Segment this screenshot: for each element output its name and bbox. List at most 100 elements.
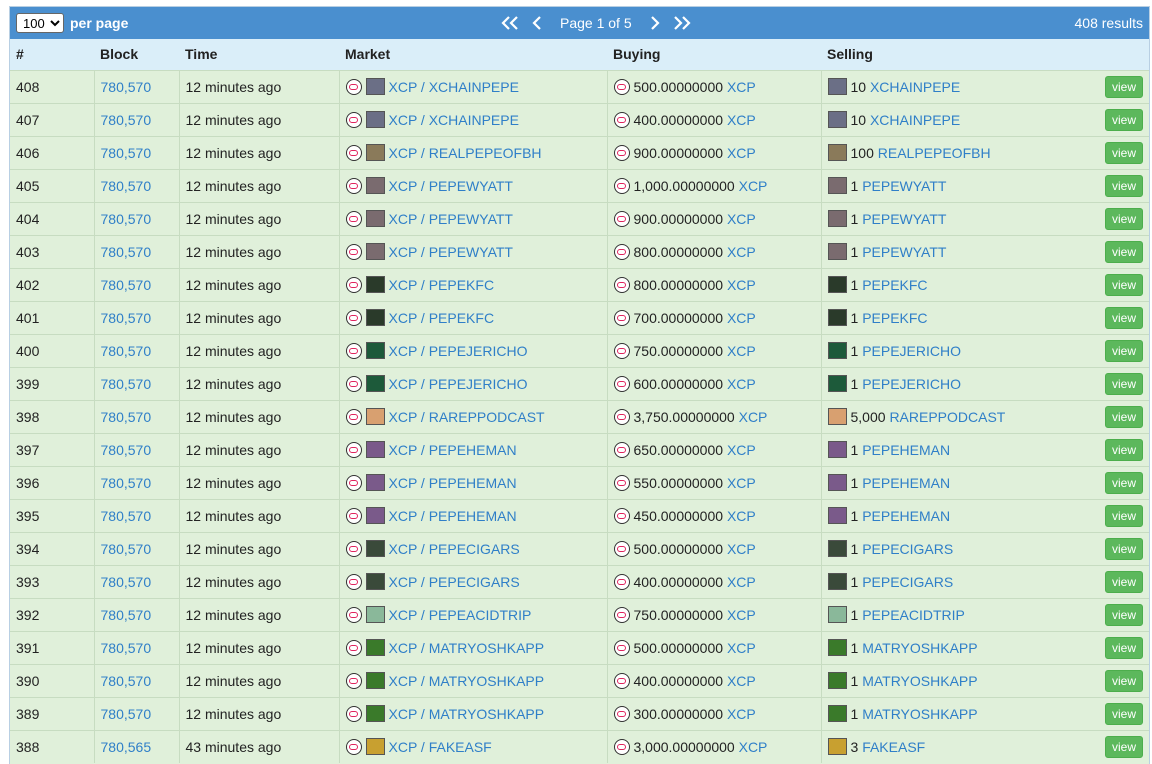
block-link[interactable]: 780,570 [101,541,152,557]
market-link[interactable]: XCP / PEPECIGARS [389,574,520,590]
buying-asset-link[interactable]: XCP [727,310,756,326]
market-link[interactable]: XCP / REALPEPEOFBH [389,145,542,161]
selling-asset-link[interactable]: MATRYOSHKAPP [862,706,977,722]
block-link[interactable]: 780,570 [101,442,152,458]
market-link[interactable]: XCP / PEPEHEMAN [389,442,517,458]
view-button[interactable]: view [1104,504,1143,527]
selling-asset-link[interactable]: PEPECIGARS [862,541,953,557]
selling-asset-link[interactable]: FAKEASF [862,739,925,755]
view-button[interactable]: view [1104,570,1143,593]
market-link[interactable]: XCP / MATRYOSHKAPP [389,706,545,722]
selling-asset-link[interactable]: REALPEPEOFBH [878,145,991,161]
per-page-select[interactable]: 100 [16,13,64,33]
market-link[interactable]: XCP / PEPEJERICHO [389,343,528,359]
market-link[interactable]: XCP / PEPEHEMAN [389,475,517,491]
selling-asset-link[interactable]: PEPEJERICHO [862,376,961,392]
view-button[interactable]: view [1104,207,1143,230]
market-link[interactable]: XCP / PEPEKFC [389,277,495,293]
view-button[interactable]: view [1104,438,1143,461]
market-link[interactable]: XCP / PEPEKFC [389,310,495,326]
selling-asset-link[interactable]: PEPEWYATT [862,178,946,194]
selling-asset-link[interactable]: PEPEHEMAN [862,508,950,524]
market-link[interactable]: XCP / FAKEASF [389,739,492,755]
view-button[interactable]: view [1104,108,1143,131]
buying-asset-link[interactable]: XCP [739,409,768,425]
block-link[interactable]: 780,570 [101,310,152,326]
buying-asset-link[interactable]: XCP [727,541,756,557]
block-link[interactable]: 780,570 [101,475,152,491]
buying-asset-link[interactable]: XCP [727,640,756,656]
market-link[interactable]: XCP / MATRYOSHKAPP [389,673,545,689]
market-link[interactable]: XCP / PEPEWYATT [389,178,513,194]
view-button[interactable]: view [1104,735,1143,758]
market-link[interactable]: XCP / PEPECIGARS [389,541,520,557]
buying-asset-link[interactable]: XCP [727,508,756,524]
buying-asset-link[interactable]: XCP [727,79,756,95]
block-link[interactable]: 780,570 [101,706,152,722]
block-link[interactable]: 780,570 [101,211,152,227]
view-button[interactable]: view [1104,141,1143,164]
buying-asset-link[interactable]: XCP [739,739,768,755]
market-link[interactable]: XCP / XCHAINPEPE [389,112,519,128]
buying-asset-link[interactable]: XCP [727,706,756,722]
market-link[interactable]: XCP / PEPEWYATT [389,244,513,260]
view-button[interactable]: view [1104,603,1143,626]
block-link[interactable]: 780,570 [101,376,152,392]
view-button[interactable]: view [1104,537,1143,560]
view-button[interactable]: view [1104,405,1143,428]
selling-asset-link[interactable]: PEPEKFC [862,277,927,293]
buying-asset-link[interactable]: XCP [727,211,756,227]
block-link[interactable]: 780,570 [101,277,152,293]
selling-asset-link[interactable]: PEPEHEMAN [862,442,950,458]
market-link[interactable]: XCP / PEPEACIDTRIP [389,607,532,623]
view-button[interactable]: view [1104,702,1143,725]
buying-asset-link[interactable]: XCP [727,145,756,161]
first-page-button[interactable] [496,11,524,35]
block-link[interactable]: 780,570 [101,178,152,194]
market-link[interactable]: XCP / MATRYOSHKAPP [389,640,545,656]
market-link[interactable]: XCP / RAREPPODCAST [389,409,545,425]
market-link[interactable]: XCP / PEPEWYATT [389,211,513,227]
block-link[interactable]: 780,570 [101,409,152,425]
selling-asset-link[interactable]: PEPEACIDTRIP [862,607,965,623]
block-link[interactable]: 780,570 [101,607,152,623]
buying-asset-link[interactable]: XCP [739,178,768,194]
last-page-button[interactable] [668,11,696,35]
view-button[interactable]: view [1104,75,1143,98]
block-link[interactable]: 780,570 [101,79,152,95]
selling-asset-link[interactable]: XCHAINPEPE [870,112,960,128]
buying-asset-link[interactable]: XCP [727,574,756,590]
block-link[interactable]: 780,570 [101,343,152,359]
market-link[interactable]: XCP / PEPEHEMAN [389,508,517,524]
buying-asset-link[interactable]: XCP [727,442,756,458]
prev-page-button[interactable] [524,11,552,35]
market-link[interactable]: XCP / XCHAINPEPE [389,79,519,95]
buying-asset-link[interactable]: XCP [727,244,756,260]
view-button[interactable]: view [1104,306,1143,329]
buying-asset-link[interactable]: XCP [727,607,756,623]
block-link[interactable]: 780,570 [101,640,152,656]
buying-asset-link[interactable]: XCP [727,343,756,359]
market-link[interactable]: XCP / PEPEJERICHO [389,376,528,392]
selling-asset-link[interactable]: MATRYOSHKAPP [862,640,977,656]
selling-asset-link[interactable]: PEPEWYATT [862,211,946,227]
block-link[interactable]: 780,570 [101,244,152,260]
view-button[interactable]: view [1104,273,1143,296]
block-link[interactable]: 780,570 [101,145,152,161]
buying-asset-link[interactable]: XCP [727,475,756,491]
view-button[interactable]: view [1104,339,1143,362]
selling-asset-link[interactable]: MATRYOSHKAPP [862,673,977,689]
selling-asset-link[interactable]: PEPECIGARS [862,574,953,590]
selling-asset-link[interactable]: XCHAINPEPE [870,79,960,95]
view-button[interactable]: view [1104,636,1143,659]
selling-asset-link[interactable]: PEPEJERICHO [862,343,961,359]
view-button[interactable]: view [1104,471,1143,494]
view-button[interactable]: view [1104,174,1143,197]
next-page-button[interactable] [640,11,668,35]
block-link[interactable]: 780,570 [101,112,152,128]
block-link[interactable]: 780,570 [101,574,152,590]
buying-asset-link[interactable]: XCP [727,673,756,689]
block-link[interactable]: 780,570 [101,508,152,524]
buying-asset-link[interactable]: XCP [727,112,756,128]
block-link[interactable]: 780,570 [101,673,152,689]
